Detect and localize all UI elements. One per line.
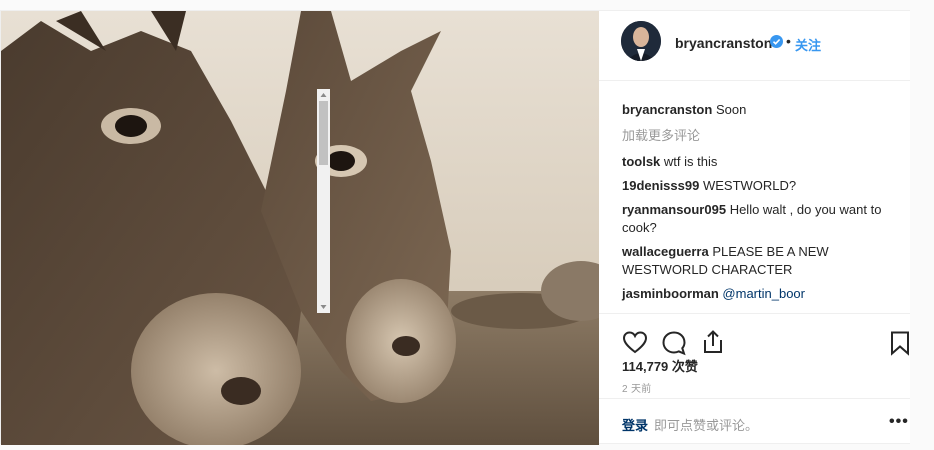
comment-item: 19denisss99 WESTWORLD? — [622, 177, 892, 195]
post-sidebar: bryancranston • 关注 bryancranston Soon 加载… — [599, 11, 910, 443]
comment-text[interactable]: @martin_boor — [722, 286, 805, 301]
comment-item: jasminboorman @martin_boor — [622, 285, 892, 303]
comment-user[interactable]: bryancranston — [622, 102, 712, 117]
share-icon[interactable] — [700, 329, 726, 355]
bookmark-icon[interactable] — [887, 330, 913, 356]
separator-dot: • — [786, 33, 791, 49]
post-actions: 114,779 次赞 2 天前 登录 即可点赞或评论。 ••• — [599, 313, 910, 443]
caption: bryancranston Soon — [622, 101, 892, 119]
likes-count[interactable]: 114,779 次赞 — [622, 356, 698, 375]
comment-text: wtf is this — [663, 154, 718, 169]
comments-scrollbar[interactable] — [317, 89, 330, 313]
avatar[interactable] — [621, 21, 661, 61]
avatar-image — [621, 21, 661, 61]
post-header: bryancranston • 关注 — [599, 11, 910, 81]
follow-button[interactable]: 关注 — [795, 35, 821, 54]
more-options-icon[interactable]: ••• — [889, 413, 909, 431]
verified-badge-icon — [770, 35, 783, 48]
load-more-comments[interactable]: 加载更多评论 — [622, 127, 892, 145]
comment-item: ryanmansour095 Hello walt , do you want … — [622, 201, 892, 237]
comment-user[interactable]: toolsk — [622, 154, 660, 169]
comments-list[interactable]: bryancranston Soon 加载更多评论 toolsk wtf is … — [599, 81, 910, 311]
heart-icon[interactable] — [622, 330, 648, 356]
login-prompt: 即可点赞或评论。 — [654, 418, 759, 433]
donkeys-photo — [1, 11, 599, 445]
comment-user[interactable]: jasminboorman — [622, 286, 719, 301]
post-timestamp[interactable]: 2 天前 — [622, 380, 652, 395]
comment-item: toolsk wtf is this — [622, 153, 892, 171]
comment-text: WESTWORLD? — [702, 178, 797, 193]
login-bar: 登录 即可点赞或评论。 ••• — [599, 398, 910, 446]
comment-user[interactable]: ryanmansour095 — [622, 202, 726, 217]
comment-user[interactable]: 19denisss99 — [622, 178, 699, 193]
comment-text: Soon — [715, 102, 747, 117]
comment-icon[interactable] — [661, 330, 687, 356]
header-username[interactable]: bryancranston — [675, 35, 772, 51]
post-photo[interactable] — [1, 11, 599, 445]
login-link[interactable]: 登录 — [622, 415, 648, 434]
comment-item: wallaceguerra PLEASE BE A NEW WESTWORLD … — [622, 243, 892, 279]
comment-user[interactable]: wallaceguerra — [622, 244, 709, 259]
post-frame: bryancranston • 关注 bryancranston Soon 加载… — [0, 10, 910, 445]
